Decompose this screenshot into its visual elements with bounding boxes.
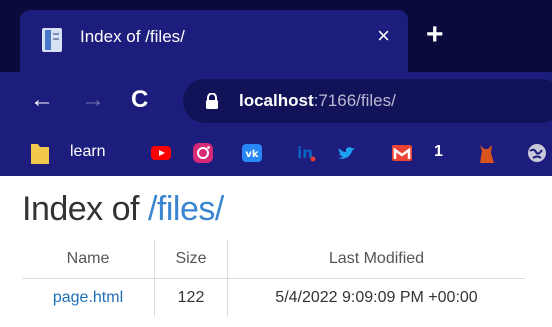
lock-icon[interactable] <box>205 93 219 109</box>
youtube-icon[interactable] <box>149 141 173 165</box>
page-title-prefix: Index of <box>22 190 139 228</box>
column-header-size[interactable]: Size <box>154 240 228 279</box>
forward-button[interactable]: → <box>81 86 105 114</box>
table-row: page.html 122 5/4/2022 9:09:09 PM +00:00 <box>22 278 525 318</box>
twitter-icon[interactable] <box>335 141 359 165</box>
close-tab-icon[interactable]: × <box>377 23 390 49</box>
new-tab-button[interactable]: + <box>426 20 444 50</box>
file-size-cell: 122 <box>154 278 228 317</box>
url-host: localhost <box>239 91 314 110</box>
folder-icon[interactable] <box>30 141 50 165</box>
file-link[interactable]: page.html <box>53 289 123 306</box>
url-text: localhost:7166/files/ <box>239 91 396 111</box>
tab-title: Index of /files/ <box>80 27 185 46</box>
file-modified-cell: 5/4/2022 9:09:09 PM +00:00 <box>227 278 525 317</box>
page-title-path: /files/ <box>147 190 224 228</box>
column-header-name[interactable]: Name <box>22 240 155 279</box>
column-header-modified[interactable]: Last Modified <box>227 240 525 279</box>
document-icon <box>42 28 62 52</box>
bookmark-learn[interactable]: learn <box>70 143 106 161</box>
file-name-cell: page.html <box>22 279 155 318</box>
file-listing-table: Name Size Last Modified page.html 122 5/… <box>22 240 525 317</box>
address-bar[interactable]: localhost:7166/files/ <box>183 79 552 123</box>
page-title: Index of /files/ <box>22 190 224 229</box>
tab-strip: Index of /files/ × + <box>0 0 552 72</box>
gmail-icon[interactable] <box>390 141 414 165</box>
browser-tab[interactable]: Index of /files/ × <box>20 10 408 72</box>
cat-icon[interactable] <box>474 141 498 165</box>
url-path: :7166/files/ <box>313 91 396 110</box>
vk-icon[interactable]: vk <box>240 141 264 165</box>
table-header-row: Name Size Last Modified <box>22 240 525 279</box>
svg-text:vk: vk <box>245 149 259 160</box>
instagram-icon[interactable] <box>191 141 215 165</box>
page-content: Index of /files/ Name Size Last Modified… <box>0 176 552 327</box>
bookmarks-bar: learn vk in 1 <box>0 130 552 176</box>
reload-button[interactable]: C <box>131 86 148 114</box>
back-button[interactable]: ← <box>30 86 54 114</box>
gmail-unread-count[interactable]: 1 <box>434 143 443 161</box>
browser-toolbar: ← → C localhost:7166/files/ <box>0 72 552 130</box>
globe-icon[interactable] <box>525 141 549 165</box>
linkedin-icon[interactable]: in <box>293 141 317 165</box>
